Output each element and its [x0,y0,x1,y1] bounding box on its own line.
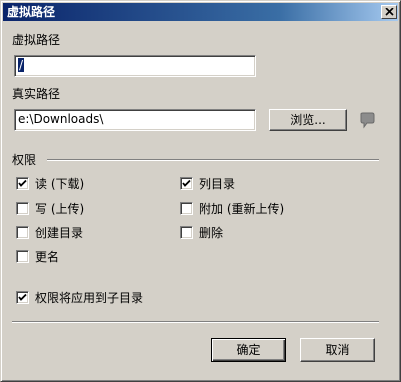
speech-bubble-icon [360,112,375,129]
window-title: 虚拟路径 [7,5,56,19]
checkmark-icon [182,179,191,187]
checkmark-icon [18,179,27,187]
checkbox-label: 删除 [199,226,224,240]
virtual-path-value: / [18,58,25,72]
real-path-input[interactable]: e:\Downloads\ [14,109,256,131]
checkbox-box[interactable] [16,177,29,190]
browse-button[interactable]: 浏览... [269,109,347,131]
checkbox-box[interactable] [16,250,29,263]
virtual-path-input[interactable]: / [14,55,256,77]
checkmark-icon [18,293,27,301]
permissions-group-label: 权限 [12,153,37,167]
title-bar[interactable]: 虚拟路径 [3,3,398,21]
checkbox-box[interactable] [180,202,193,215]
footer-divider [12,321,379,323]
real-path-value: e:\Downloads\ [18,112,104,126]
checkbox-box[interactable] [180,177,193,190]
checkbox-label: 写 (上传) [35,202,85,216]
real-path-label: 真实路径 [12,87,61,101]
checkbox-label: 读 (下载) [35,177,85,191]
checkbox-box[interactable] [16,226,29,239]
virtual-path-label: 虚拟路径 [12,33,61,47]
close-icon [385,8,394,16]
permissions-divider [47,159,379,161]
close-button[interactable] [381,5,397,19]
dialog-window: 虚拟路径 虚拟路径 / 真实路径 e:\Downloads\ 浏览... 权限 … [0,0,401,382]
checkbox-box[interactable] [180,226,193,239]
cancel-button[interactable]: 取消 [300,338,375,362]
checkbox-box[interactable] [16,202,29,215]
checkbox-label: 更名 [35,250,60,264]
ok-button[interactable]: 确定 [211,338,286,362]
checkbox-box[interactable] [16,291,29,304]
checkbox-label: 列目录 [199,177,236,191]
checkbox-label: 创建目录 [35,226,84,240]
checkbox-label: 附加 (重新上传) [199,202,285,216]
checkbox-label: 权限将应用到子目录 [35,291,144,305]
